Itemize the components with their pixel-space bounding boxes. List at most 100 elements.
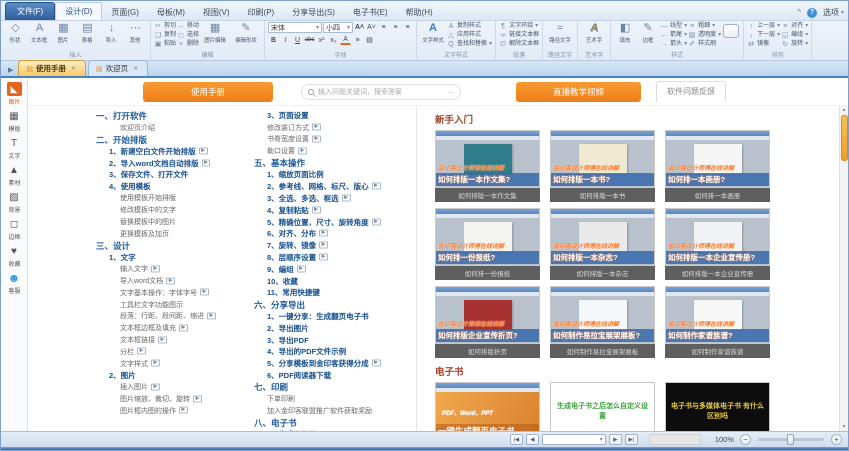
toc-item[interactable]: 导入word文档▶ — [96, 275, 246, 287]
toc-item[interactable]: 5、分享模板到金印客获得分成▶ — [254, 358, 404, 370]
font-name-select[interactable]: 宋体▾ — [268, 22, 322, 33]
toc-item[interactable]: 5、精确位置、尺寸、旋转角度▶ — [254, 216, 404, 228]
font-size-select[interactable]: 小四▾ — [323, 22, 353, 33]
insert-import-button[interactable]: ↓导入 — [100, 22, 123, 44]
sidebar-item-template[interactable]: ▦模板 — [1, 109, 27, 133]
sidebar-item-text[interactable]: T文字 — [1, 136, 27, 160]
video-thumbnail[interactable]: 金印客设计师傅在线讲解如何制作家谱族谱?如何制作家谱族谱 — [665, 286, 770, 358]
toc-item[interactable]: 六、分享导出 — [254, 299, 404, 311]
toc-item[interactable]: 文本框链接▶ — [96, 334, 246, 346]
sidebar-item-material[interactable]: ▲素材 — [1, 163, 27, 187]
toc-item[interactable]: 分栏▶ — [96, 346, 246, 358]
toc-item[interactable]: 文字基本操作：字体字号▶ — [96, 287, 246, 299]
text-wrap-button[interactable]: ¶文字环绕▾ — [499, 22, 539, 31]
video-thumbnail[interactable]: 金印客设计师傅在线讲解如何排版一本书?如何排版一本书 — [550, 130, 655, 202]
strikethrough-button[interactable]: abc — [304, 35, 315, 45]
toc-item[interactable]: 输入文字▶ — [96, 263, 246, 275]
ribbon-tab-5[interactable]: 印刷(P) — [239, 4, 284, 20]
sidebar-item-border[interactable]: ◻边框 — [1, 217, 27, 241]
next-page-button[interactable]: ▶ — [609, 434, 622, 445]
arrow-head-button[interactable]: →箭头▾ — [660, 40, 687, 49]
live-video-button[interactable]: 直播教学视频 — [516, 82, 641, 102]
scrollbar-thumb[interactable] — [841, 115, 848, 161]
prev-page-button[interactable]: ◀ — [526, 434, 539, 445]
video-thumbnail[interactable]: 金印客设计师傅在线讲解如何排版一本企业宣传册?如何排版一本企业宣传册 — [665, 208, 770, 280]
video-thumbnail[interactable]: 金印客设计师傅在线讲解如何制作易拉宝展架展板?如何制作易拉宝展架展板 — [550, 286, 655, 358]
align-center-icon[interactable]: ≡ — [390, 23, 401, 33]
toc-item[interactable]: 更换模板及加页 — [96, 228, 246, 240]
toc-item[interactable]: 3、全选、多选、框选▶ — [254, 193, 404, 205]
align-left-icon[interactable]: ≡ — [378, 23, 389, 33]
ribbon-tab-2[interactable]: 页面(G) — [102, 4, 148, 20]
insert-textbox-button[interactable]: A文本框 — [28, 22, 51, 44]
zoom-slider-knob[interactable] — [787, 434, 794, 445]
italic-button[interactable]: I — [280, 35, 291, 45]
toc-item[interactable]: 修改装订方式▶ — [254, 122, 404, 134]
page-select[interactable]: ▾ — [542, 434, 606, 445]
ribbon-tab-6[interactable]: 分享导出(S) — [283, 4, 344, 20]
subscript-button[interactable]: x₂ — [328, 35, 339, 45]
copy-style-button[interactable]: A复制样式 — [447, 22, 492, 31]
toc-item[interactable]: 6、对齐、分布▶ — [254, 228, 404, 240]
toc-item[interactable]: 1、新建空白文件开始排版▶ — [96, 145, 246, 157]
bold-button[interactable]: B — [268, 35, 279, 45]
toc-item[interactable]: 2、图片 — [96, 370, 246, 382]
toc-item[interactable]: 11、常用快捷键 — [254, 287, 404, 299]
toc-item[interactable]: 7、旋转、镜像▶ — [254, 240, 404, 252]
unlink-textbox-button[interactable]: ∅解除文本框 — [499, 40, 539, 49]
find-replace-button[interactable]: Q查找和替换▾ — [447, 40, 492, 49]
ribbon-tab-7[interactable]: 电子书(E) — [344, 4, 397, 20]
options-button[interactable]: 选项 ▾ — [823, 7, 844, 18]
document-tab-1[interactable]: ▤欢迎页✕ — [88, 60, 148, 76]
link-textbox-button[interactable]: ∞链接文本框 — [499, 31, 539, 40]
shrink-font-button[interactable]: A˅ — [366, 23, 377, 33]
close-icon[interactable]: ✕ — [69, 64, 78, 73]
document-tab-0[interactable]: ▤使用手册✕ — [18, 60, 86, 76]
cut-button[interactable]: ✂剪切 — [154, 22, 176, 31]
copy-button[interactable]: ❏复制 — [154, 31, 176, 40]
toc-item[interactable]: 3、页面设置 — [254, 110, 404, 122]
zoom-slider[interactable] — [758, 438, 824, 441]
select-button[interactable]: ◻选择 — [177, 31, 199, 40]
ribbon-tab-1[interactable]: 设计(D) — [55, 2, 102, 20]
toc-item[interactable]: 下单印刷 — [254, 393, 404, 405]
toc-item[interactable]: 替换模板中的图片 — [96, 216, 246, 228]
collapse-panel-icon[interactable]: ▶ — [3, 66, 18, 76]
help-icon[interactable]: ? — [807, 8, 817, 18]
sidebar-item-background[interactable]: ▨背景 — [1, 190, 27, 214]
ribbon-tab-3[interactable]: 母板(M) — [148, 4, 194, 20]
insert-table-button[interactable]: ▤表格 — [76, 22, 99, 44]
toc-item[interactable]: 一、打开软件 — [96, 110, 246, 122]
font-color-button[interactable]: A — [340, 35, 351, 45]
toc-item[interactable]: 图片框内图的操作▶ — [96, 405, 246, 417]
style-brush-button[interactable]: ✐样式刷 — [688, 40, 721, 49]
bring-forward-button[interactable]: ↑上一层▾ — [747, 22, 780, 31]
grow-font-button[interactable]: A˄ — [354, 23, 365, 33]
first-page-button[interactable]: |◀ — [510, 434, 523, 445]
toc-item[interactable]: 2、导出图片 — [254, 322, 404, 334]
toc-item[interactable]: 三、设计 — [96, 240, 246, 252]
feedback-button[interactable]: 软件问题反馈 — [656, 81, 726, 102]
arrow-tail-button[interactable]: ←箭尾▾ — [660, 31, 687, 40]
video-thumbnail[interactable]: PDF、Word、PPT一键生成翻页电子书已有文件怎么生成翻页电子书 — [435, 382, 540, 431]
sidebar-item-picture[interactable]: ◣图片 — [1, 82, 27, 106]
toc-item[interactable]: 五、基本操作 — [254, 157, 404, 169]
submit-search-icon[interactable]: → — [446, 87, 454, 96]
path-text-button[interactable]: ≈路径文字 — [546, 22, 574, 44]
scroll-up-icon[interactable]: ▲ — [842, 106, 847, 114]
send-backward-button[interactable]: ↓下一层▾ — [747, 31, 780, 40]
zoom-in-button[interactable]: + — [831, 434, 842, 445]
toc-item[interactable]: 勒口设置▶ — [254, 145, 404, 157]
toc-item[interactable]: 二、开始排版 — [96, 134, 246, 146]
manual-button[interactable]: 使用手册 — [143, 82, 273, 102]
insert-shape-button[interactable]: ◇形状 — [4, 22, 27, 44]
video-thumbnail[interactable]: 生成电子书之后怎么自定义设置电子书设置 — [550, 382, 655, 431]
opacity-button[interactable]: ▨透明度▾ — [688, 31, 721, 40]
close-icon[interactable]: ✕ — [131, 64, 140, 73]
toc-item[interactable]: 3、保存文件、打开文件 — [96, 169, 246, 181]
toc-item[interactable]: 1、文字 — [96, 252, 246, 264]
apply-style-button[interactable]: △应用样式 — [447, 31, 492, 40]
toc-item[interactable]: 七、印刷 — [254, 381, 404, 393]
group-button[interactable]: ◱编组▾ — [781, 31, 808, 40]
line-spacing-button[interactable]: ≡ — [352, 35, 363, 45]
